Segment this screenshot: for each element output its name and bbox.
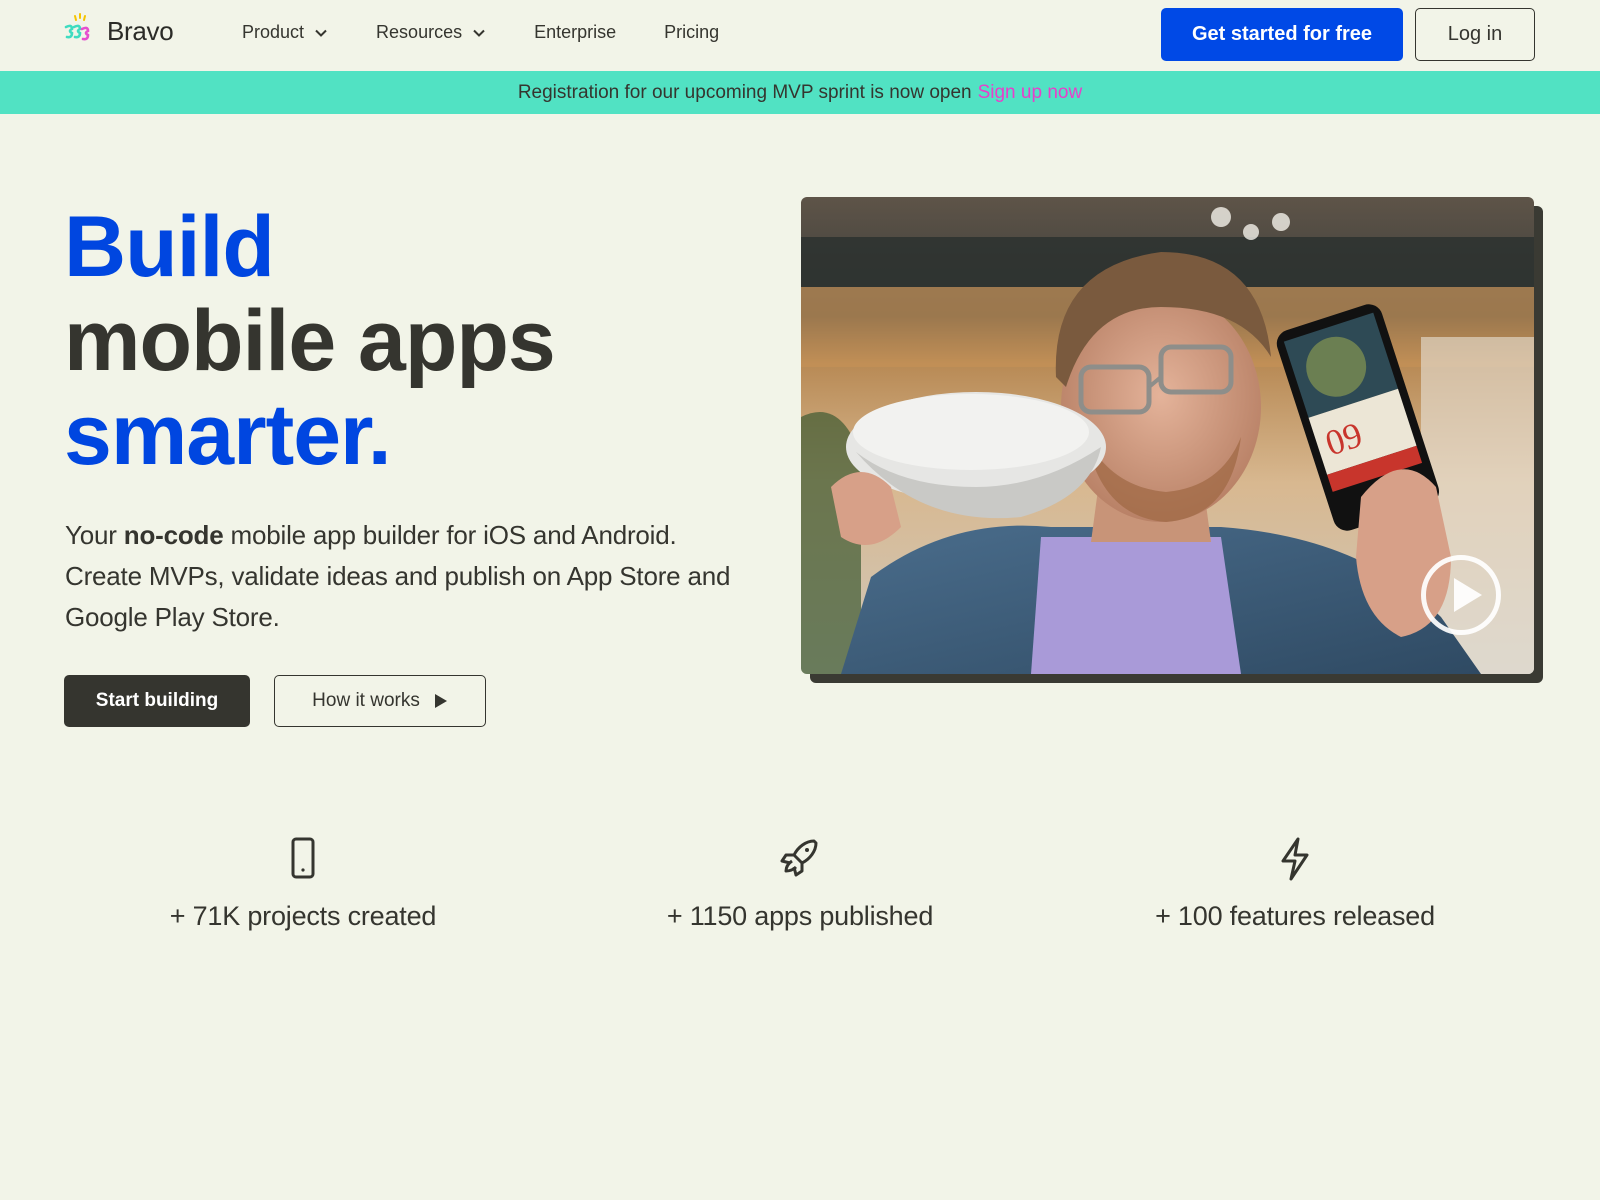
chevron-down-icon	[315, 29, 327, 37]
hero-title-line-2: mobile apps	[64, 293, 556, 389]
nav-enterprise[interactable]: Enterprise	[534, 22, 616, 43]
stat-features-label: + 100 features released	[1155, 901, 1435, 931]
nav-resources-label: Resources	[376, 22, 463, 42]
banner-text: Registration for our upcoming MVP sprint…	[517, 81, 972, 103]
desc-prefix: Your	[65, 520, 124, 550]
nav-product[interactable]: Product	[242, 22, 328, 43]
hero-description: Your no-code mobile app builder for iOS …	[65, 515, 745, 638]
hero-title-line-1: Build	[64, 199, 275, 295]
stats-section: + 71K projects created + 1150 apps publi…	[0, 835, 1600, 955]
start-building-button[interactable]: Start building	[64, 675, 250, 727]
sign-up-link[interactable]: Sign up now	[978, 82, 1083, 104]
desc-emphasis: no-code	[123, 520, 224, 550]
top-navigation: Bravo Product Resources Enterprise Prici…	[0, 0, 1600, 71]
nav-enterprise-label: Enterprise	[534, 22, 617, 42]
lightning-icon	[1281, 837, 1309, 881]
get-started-button[interactable]: Get started for free	[1161, 8, 1403, 61]
smartphone-icon	[291, 837, 315, 879]
chevron-down-icon	[473, 29, 485, 37]
stat-projects-label: + 71K projects created	[169, 901, 437, 931]
hero-video[interactable]: 09	[801, 197, 1534, 674]
stat-apps-label: + 1150 apps published	[666, 901, 934, 931]
brand-name: Bravo	[107, 15, 174, 46]
how-it-works-label: How it works	[312, 690, 420, 711]
announcement-banner: Registration for our upcoming MVP sprint…	[0, 71, 1600, 114]
nav-resources[interactable]: Resources	[376, 22, 486, 43]
hero-title: Build mobile apps smarter.	[64, 199, 556, 483]
hero-title-line-3: smarter.	[64, 387, 392, 483]
nav-pricing[interactable]: Pricing	[664, 22, 719, 43]
stat-projects: + 71K projects created	[103, 835, 503, 932]
how-it-works-button[interactable]: How it works	[274, 675, 486, 727]
nav-links: Product Resources Enterprise Pricing	[242, 22, 767, 43]
stat-apps: + 1150 apps published	[600, 835, 1000, 932]
play-circle-icon[interactable]	[1421, 555, 1501, 635]
login-button[interactable]: Log in	[1415, 8, 1535, 61]
brand-logo[interactable]: Bravo	[63, 13, 174, 49]
stat-features: + 100 features released	[1095, 835, 1495, 932]
rocket-icon	[780, 839, 818, 877]
nav-pricing-label: Pricing	[664, 22, 720, 42]
bravo-logo-icon	[64, 13, 90, 41]
play-icon	[434, 694, 447, 708]
nav-product-label: Product	[242, 22, 305, 42]
